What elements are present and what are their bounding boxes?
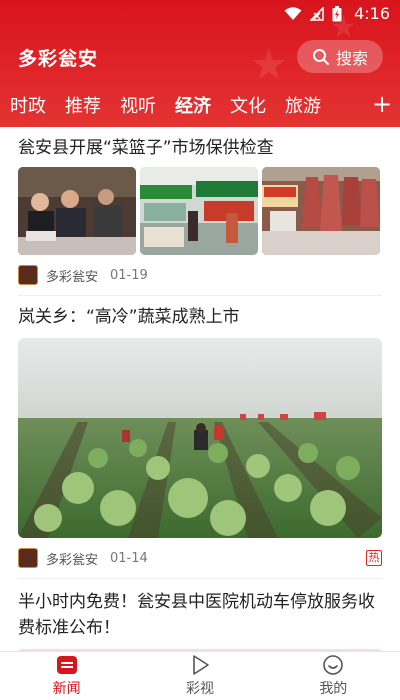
- play-icon: [193, 655, 209, 675]
- status-time: 4:16: [354, 4, 390, 23]
- tab-wenhua[interactable]: 文化: [230, 92, 266, 118]
- search-icon: [312, 48, 329, 65]
- news-meta: 多彩瓮安 01-19: [18, 255, 382, 295]
- tab-jingji[interactable]: 经济: [175, 92, 211, 118]
- news-title[interactable]: 岚关乡：“高冷”蔬菜成熟上市: [18, 296, 382, 330]
- news-source: 多彩瓮安: [46, 552, 99, 568]
- tab-shiting[interactable]: 视听: [120, 92, 156, 118]
- news-cover[interactable]: [18, 338, 382, 538]
- source-logo-icon: [18, 265, 38, 285]
- news-thumbnails: [18, 167, 382, 255]
- wifi-icon: [284, 6, 302, 20]
- nav-mine[interactable]: 我的: [267, 652, 400, 700]
- nav-video[interactable]: 彩视: [133, 652, 266, 700]
- news-item[interactable]: 瓮安县开展“菜篮子”市场保供检查 多彩瓮安 01-19: [0, 127, 400, 295]
- source-logo-icon: [18, 548, 38, 568]
- market-stalls-image: [140, 167, 258, 255]
- vegetable-field-image: [18, 338, 382, 538]
- news-feed[interactable]: 瓮安县开展“菜篮子”市场保供检查 多彩瓮安 01-19 岚关乡：“高冷”蔬菜成熟…: [0, 127, 400, 651]
- app-header: ★ ★ 4:16 多彩瓮安 搜索 时政 推荐 视听 经济 文化 旅游 +: [0, 0, 400, 127]
- news-source: 多彩瓮安: [46, 269, 99, 285]
- news-date: 01-19: [110, 267, 148, 283]
- add-tab-button[interactable]: +: [372, 90, 392, 118]
- battery-icon: [332, 5, 342, 21]
- nav-video-label: 彩视: [185, 681, 214, 697]
- news-title[interactable]: 半小时内免费！瓮安县中医院机动车停放服务收费标准公布！: [18, 579, 382, 641]
- meat-stall-image: [262, 167, 380, 255]
- smile-icon: [323, 655, 344, 675]
- status-bar: 4:16: [0, 0, 400, 28]
- tab-shizheng[interactable]: 时政: [10, 92, 46, 118]
- market-photo-image: [18, 167, 136, 255]
- search-button[interactable]: 搜索: [297, 40, 383, 73]
- hot-badge: 热: [366, 550, 382, 566]
- news-thumbnail[interactable]: [18, 167, 136, 255]
- nav-mine-label: 我的: [319, 681, 348, 697]
- nav-news[interactable]: 新闻: [0, 652, 133, 700]
- bottom-nav: 新闻 彩视 我的: [0, 651, 400, 700]
- nav-news-label: 新闻: [52, 681, 81, 697]
- news-meta: 多彩瓮安 01-14 热: [18, 538, 382, 578]
- news-item[interactable]: 岚关乡：“高冷”蔬菜成熟上市 多彩瓮安 01-14 热: [0, 296, 400, 578]
- news-title[interactable]: 瓮安县开展“菜篮子”市场保供检查: [18, 127, 382, 161]
- news-icon: [56, 656, 77, 674]
- tab-lvyou[interactable]: 旅游: [285, 92, 321, 118]
- news-date: 01-14: [110, 550, 148, 566]
- news-thumbnail[interactable]: [140, 167, 258, 255]
- news-thumbnail[interactable]: [262, 167, 380, 255]
- star-decoration: ★: [250, 40, 288, 89]
- tab-tuijian[interactable]: 推荐: [65, 92, 101, 118]
- category-tabs: 时政 推荐 视听 经济 文化 旅游: [0, 88, 360, 122]
- signal-icon: [310, 6, 324, 21]
- news-item[interactable]: 半小时内免费！瓮安县中医院机动车停放服务收费标准公布！: [0, 579, 400, 651]
- app-title: 多彩瓮安: [18, 48, 99, 70]
- search-label: 搜索: [335, 48, 368, 68]
